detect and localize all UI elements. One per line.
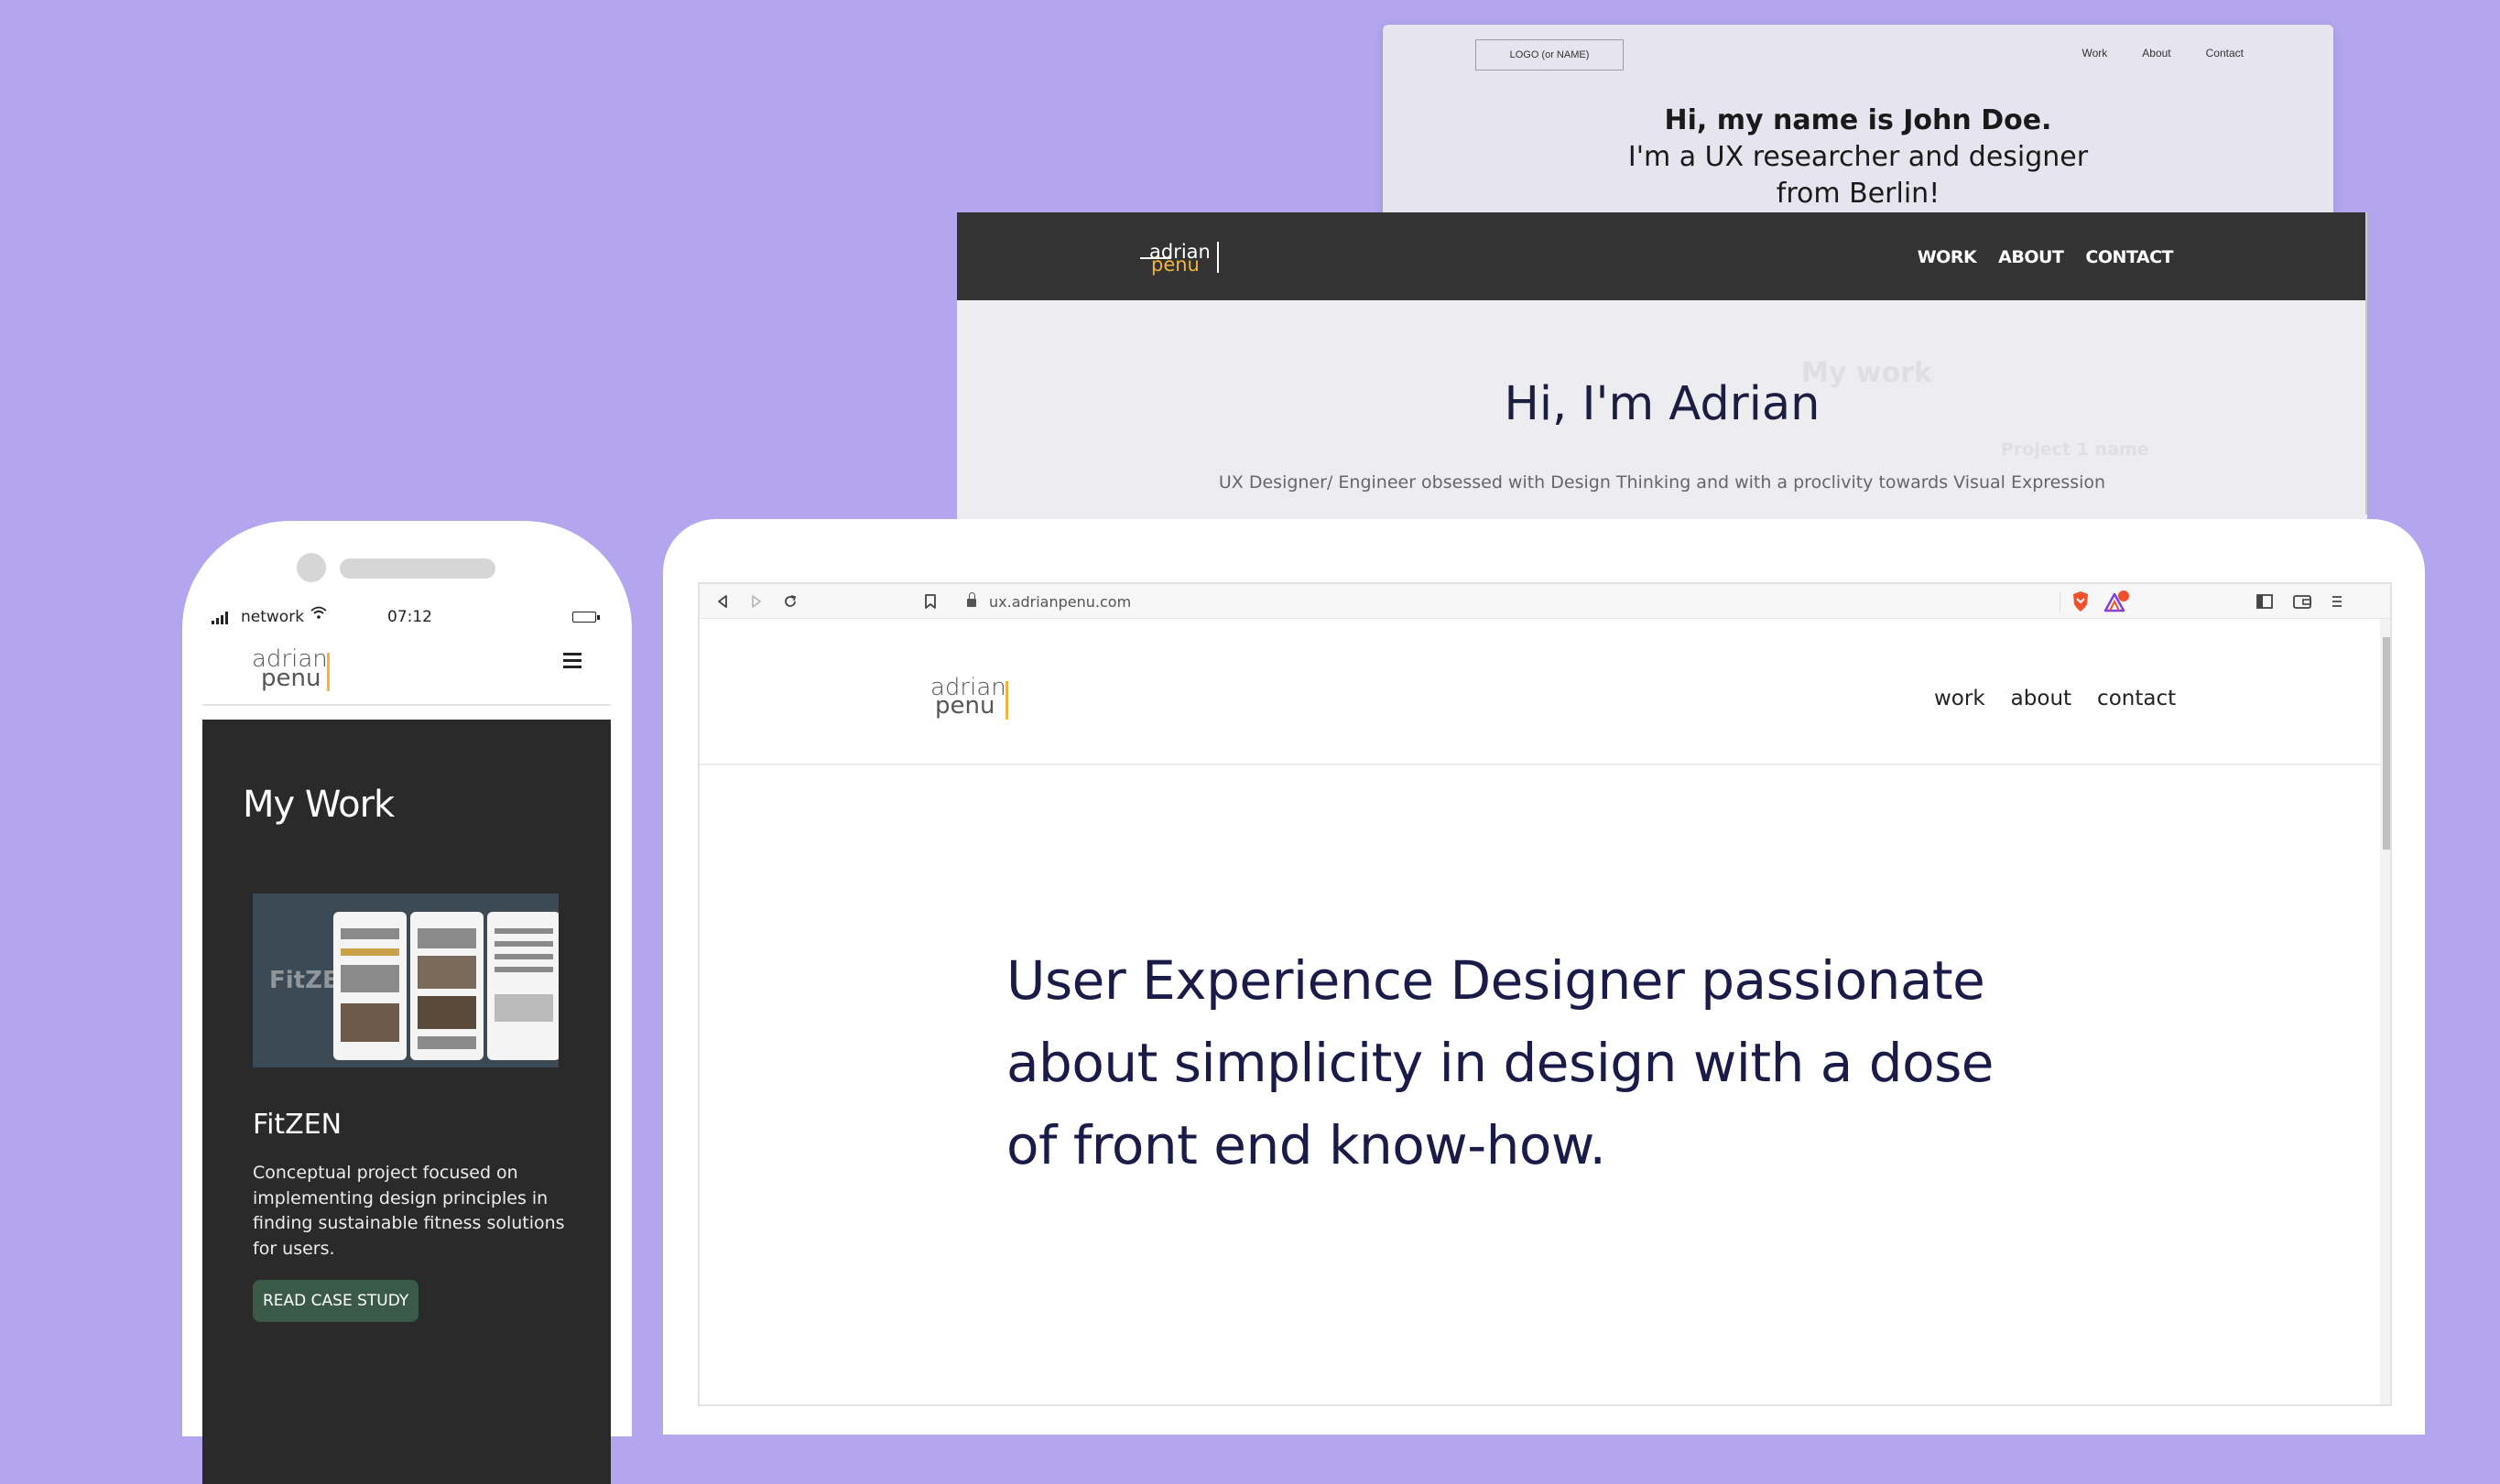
wallet-icon[interactable]: [2293, 584, 2311, 619]
signal-icon: [212, 612, 232, 624]
forward-icon[interactable]: [750, 584, 763, 619]
ghost-project-name: Project 1 name: [2001, 439, 2149, 460]
back-icon[interactable]: [716, 584, 729, 619]
brave-rewards-icon[interactable]: [2103, 590, 2131, 612]
nav-work[interactable]: work: [1934, 687, 1985, 710]
logo-cursor-decoration: [1217, 242, 1219, 273]
site-header: adrian penu work about contact: [700, 619, 2380, 765]
reload-icon[interactable]: [783, 584, 798, 619]
dark-hero-title: Hi, I'm Adrian: [1504, 377, 1821, 431]
camera-icon: [297, 553, 326, 582]
read-case-study-button[interactable]: READ CASE STUDY: [253, 1280, 419, 1322]
bookmark-icon[interactable]: [925, 584, 936, 619]
wireframe-nav-work[interactable]: Work: [2082, 47, 2108, 60]
nav-about[interactable]: about: [2011, 687, 2071, 710]
sidebar-icon[interactable]: [2256, 584, 2273, 619]
site-logo[interactable]: adrian penu: [930, 676, 1022, 727]
network-label: network: [241, 608, 305, 626]
logo-accent-bar: [1005, 681, 1008, 720]
app-screen-preview: [333, 912, 407, 1060]
dark-nav-work[interactable]: WORK: [1918, 247, 1977, 267]
url-text: ux.adrianpenu.com: [989, 592, 1132, 611]
nav-contact[interactable]: contact: [2097, 687, 2176, 710]
phone-mockup: network 07:12 adrian penu My Work FitZEN: [182, 521, 632, 1484]
dark-header-mockup: My work Project 1 name adrian penu WORK …: [957, 212, 2367, 524]
app-screen-preview: [487, 912, 559, 1060]
project-name: FitZEN: [253, 1109, 342, 1141]
wireframe-hero-text: I'm a UX researcher and designer from Be…: [1627, 141, 2089, 210]
desktop-mockup: ux.adrianpenu.com adrian penu work about…: [663, 519, 2425, 1435]
dark-nav-about[interactable]: ABOUT: [1998, 247, 2064, 267]
battery-icon: [572, 612, 600, 623]
dark-hero-subtitle: UX Designer/ Engineer obsessed with Desi…: [1218, 472, 2106, 493]
wireframe-nav-contact[interactable]: Contact: [2206, 47, 2244, 60]
logo-line-decoration: [1140, 257, 1171, 259]
logo-accent-bar: [327, 653, 330, 691]
wireframe-hero-greeting: Hi, my name is John Doe.: [1664, 104, 2052, 136]
site-logo-line2: penu: [935, 692, 995, 720]
browser-toolbar: ux.adrianpenu.com: [700, 584, 2390, 619]
phone-screen: network 07:12 adrian penu My Work FitZEN: [202, 605, 611, 1484]
dark-nav: WORK ABOUT CONTACT: [1918, 247, 2174, 267]
website-content: adrian penu work about contact User Expe…: [700, 619, 2380, 1404]
phone-logo-line2: penu: [261, 665, 321, 692]
phone-header: adrian penu: [202, 633, 611, 706]
scrollbar-thumb[interactable]: [2383, 637, 2390, 850]
dark-navbar: adrian penu WORK ABOUT CONTACT: [957, 212, 2367, 300]
section-title: My Work: [243, 784, 395, 826]
lock-icon: [967, 591, 976, 607]
wireframe-nav-about[interactable]: About: [2142, 47, 2170, 60]
speaker-grille: [340, 558, 495, 579]
page-scrollbar[interactable]: [2380, 619, 2390, 1404]
dark-logo[interactable]: adrian penu: [1140, 242, 1228, 275]
dark-nav-contact[interactable]: CONTACT: [2085, 247, 2173, 267]
wifi-icon: [310, 605, 327, 624]
wireframe-hero: Hi, my name is John Doe. I'm a UX resear…: [1383, 103, 2333, 212]
brave-shield-icon[interactable]: [2071, 590, 2091, 612]
project-thumbnail[interactable]: FitZEN: [253, 894, 559, 1067]
address-bar[interactable]: ux.adrianpenu.com: [967, 584, 1131, 619]
project-description: Conceptual project focused on implementi…: [253, 1163, 565, 1259]
site-nav: work about contact: [1934, 687, 2176, 710]
clock: 07:12: [387, 608, 432, 626]
my-work-section: My Work FitZEN FitZEN Conceptual project…: [202, 720, 611, 1484]
hamburger-menu-icon[interactable]: [563, 653, 582, 669]
dark-scrollbar[interactable]: [2365, 212, 2367, 515]
status-bar: network 07:12: [202, 605, 611, 633]
hero-statement: User Experience Designer passionate abou…: [1006, 949, 1995, 1176]
browser-window: ux.adrianpenu.com adrian penu work about…: [698, 582, 2392, 1406]
menu-icon[interactable]: [2332, 584, 2342, 619]
phone-logo[interactable]: adrian penu: [252, 647, 334, 693]
wireframe-nav: Work About Contact: [2082, 47, 2245, 60]
app-screen-preview: [410, 912, 484, 1060]
wireframe-logo-placeholder: LOGO (or NAME): [1475, 39, 1624, 70]
